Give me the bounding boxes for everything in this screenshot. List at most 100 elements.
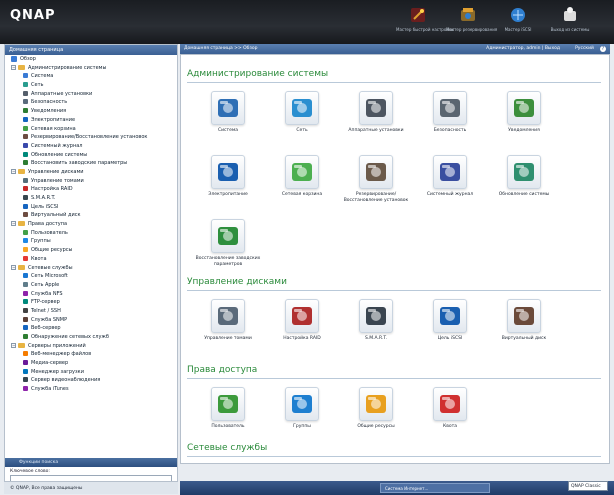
overview-item[interactable]: Безопасность <box>417 91 483 134</box>
overview-item[interactable]: S.M.A.R.T. <box>343 299 409 342</box>
sidebar-item-label: Настройка RAID <box>31 186 73 193</box>
overview-item[interactable]: Системный журнал <box>417 155 483 198</box>
overview-item[interactable]: Сетевая корзина <box>269 155 335 198</box>
item-icon <box>23 125 28 131</box>
sidebar-item[interactable]: FTP-сервер <box>5 298 177 307</box>
sidebar-item[interactable]: S.M.A.R.T. <box>5 194 177 203</box>
sidebar-item-label: Сервер видеонаблюдения <box>31 377 101 384</box>
sidebar-item-label: Серверы приложений <box>28 342 86 349</box>
item-icon <box>23 238 28 244</box>
overview-item[interactable]: Управление томами <box>195 299 261 342</box>
sidebar-item[interactable]: Системный журнал <box>5 142 177 151</box>
overview-item[interactable]: Электропитание <box>195 155 261 198</box>
sidebar-group[interactable]: − Администрирование системы <box>5 64 177 73</box>
sidebar-item[interactable]: Настройка RAID <box>5 185 177 194</box>
overview-item-label: Система <box>217 128 239 133</box>
overview-item[interactable]: Виртуальный диск <box>491 299 557 342</box>
sidebar-item[interactable]: Группы <box>5 237 177 246</box>
sidebar-item[interactable]: Обновление системы <box>5 151 177 160</box>
overview-item[interactable]: Пользователь <box>195 387 261 430</box>
qnap-logo: QNAP <box>10 8 56 23</box>
sidebar-item[interactable]: Сеть <box>5 81 177 90</box>
sidebar-item[interactable]: Обнаружение сетевых служб <box>5 333 177 342</box>
overview-item[interactable]: Группы <box>269 387 335 430</box>
sidebar-item[interactable]: Пользователь <box>5 229 177 238</box>
collapse-toggle-icon[interactable]: − <box>11 221 16 227</box>
overview-item[interactable]: Резервирование/Восстановление установок <box>343 155 409 203</box>
item-icon <box>23 273 28 279</box>
sidebar-item-label: Система <box>31 73 54 80</box>
section-title: Администрирование системы <box>187 69 329 79</box>
breadcrumb[interactable]: Домашняя страница >> Обзор <box>184 44 257 54</box>
taskbar-window-button[interactable]: Система Интернет... <box>380 483 490 493</box>
content-topbar: Домашняя страница >> Обзор Администратор… <box>180 44 610 54</box>
quick-setup-wizard-button[interactable]: Мастер быстрой настройки <box>396 5 454 41</box>
sidebar-item[interactable]: Резервирование/Восстановление установок <box>5 133 177 142</box>
item-icon <box>23 360 28 366</box>
sidebar-item[interactable]: Telnet / SSH <box>5 307 177 316</box>
overview-item[interactable]: Настройка RAID <box>269 299 335 342</box>
user-info[interactable]: Администратор, admin | Выход <box>486 44 560 54</box>
sidebar-item[interactable]: Виртуальный диск <box>5 211 177 220</box>
item-icon <box>23 99 28 105</box>
copyright-footer: © QNAP, Все права защищены <box>4 481 178 494</box>
sidebar-item[interactable]: Общие ресурсы <box>5 246 177 255</box>
sidebar-group[interactable]: − Серверы приложений <box>5 342 177 351</box>
overview-item[interactable]: Уведомления <box>491 91 557 134</box>
item-icon <box>23 377 28 383</box>
sidebar-item-label: Медиа-сервер <box>31 360 69 367</box>
sidebar-item[interactable]: Служба NFS <box>5 290 177 299</box>
overview-item[interactable]: Квота <box>417 387 483 430</box>
sidebar-item[interactable]: Сеть Apple <box>5 281 177 290</box>
qnap-classic-select[interactable]: QNAP Classic <box>568 481 608 491</box>
language-select[interactable]: Русский <box>575 44 594 54</box>
sidebar-item[interactable]: Служба iTunes <box>5 385 177 394</box>
overview-item[interactable]: Аппаратные установки <box>343 91 409 134</box>
sidebar-item-label: Аппаратные установки <box>31 90 93 97</box>
item-icon <box>11 55 17 62</box>
overview-item[interactable]: Общие ресурсы <box>343 387 409 430</box>
item-icon <box>23 186 28 192</box>
overview-item[interactable]: Цель iSCSI <box>417 299 483 342</box>
function-search-bar[interactable]: Функции поиска <box>5 458 177 467</box>
sidebar-group[interactable]: − Права доступа <box>5 220 177 229</box>
overview-item[interactable]: Восстановление заводских параметров <box>195 219 261 267</box>
collapse-toggle-icon[interactable]: − <box>11 264 16 270</box>
sidebar-item[interactable]: Восстановить заводские параметры <box>5 159 177 168</box>
overview-item[interactable]: Обновление системы <box>491 155 557 198</box>
help-icon[interactable]: ? <box>600 46 606 52</box>
sidebar-item[interactable]: Цель iSCSI <box>5 203 177 212</box>
sidebar-item[interactable]: Сервер видеонаблюдения <box>5 376 177 385</box>
sidebar-item[interactable]: Сетевая корзина <box>5 125 177 134</box>
sidebar-item[interactable]: Уведомления <box>5 107 177 116</box>
sidebar-item[interactable]: Квота <box>5 255 177 264</box>
overview-item[interactable]: Сеть <box>269 91 335 134</box>
sidebar-item[interactable]: Веб-менеджер файлов <box>5 350 177 359</box>
sidebar-item[interactable]: Обзор <box>5 55 177 64</box>
sidebar-item[interactable]: Управление томами <box>5 177 177 186</box>
sidebar-item[interactable]: Служба SNMP <box>5 316 177 325</box>
iscsi-wizard-button[interactable]: Мастер iSCSI <box>496 5 540 41</box>
sidebar-item[interactable]: Электропитание <box>5 116 177 125</box>
sidebar-item[interactable]: Безопасность <box>5 98 177 107</box>
collapse-toggle-icon[interactable]: − <box>11 168 16 174</box>
logout-button[interactable]: Выход из системы <box>548 5 592 41</box>
section-title: Сетевые службы <box>187 443 268 453</box>
sidebar-item[interactable]: Сеть Microsoft <box>5 272 177 281</box>
sidebar-item[interactable]: Медиа-сервер <box>5 359 177 368</box>
sidebar-group[interactable]: − Сетевые службы <box>5 264 177 273</box>
sidebar-item[interactable]: Веб-сервер <box>5 324 177 333</box>
collapse-toggle-icon[interactable]: − <box>11 64 16 70</box>
sidebar-item-label: Сетевые службы <box>28 264 73 271</box>
overview-item[interactable]: Система <box>195 91 261 134</box>
sidebar-group[interactable]: − Управление дисками <box>5 168 177 177</box>
overview-item-label: Системный журнал <box>426 192 474 197</box>
sidebar-item[interactable]: Система <box>5 72 177 81</box>
sidebar-item[interactable]: Аппаратные установки <box>5 90 177 99</box>
item-icon <box>23 160 28 166</box>
hardware-icon <box>359 91 393 125</box>
collapse-toggle-icon[interactable]: − <box>11 342 16 348</box>
backup-wizard-button[interactable]: Мастер резервирования <box>446 5 497 41</box>
sidebar-item[interactable]: Менеджер загрузки <box>5 368 177 377</box>
sidebar-item-label: Telnet / SSH <box>31 307 61 314</box>
